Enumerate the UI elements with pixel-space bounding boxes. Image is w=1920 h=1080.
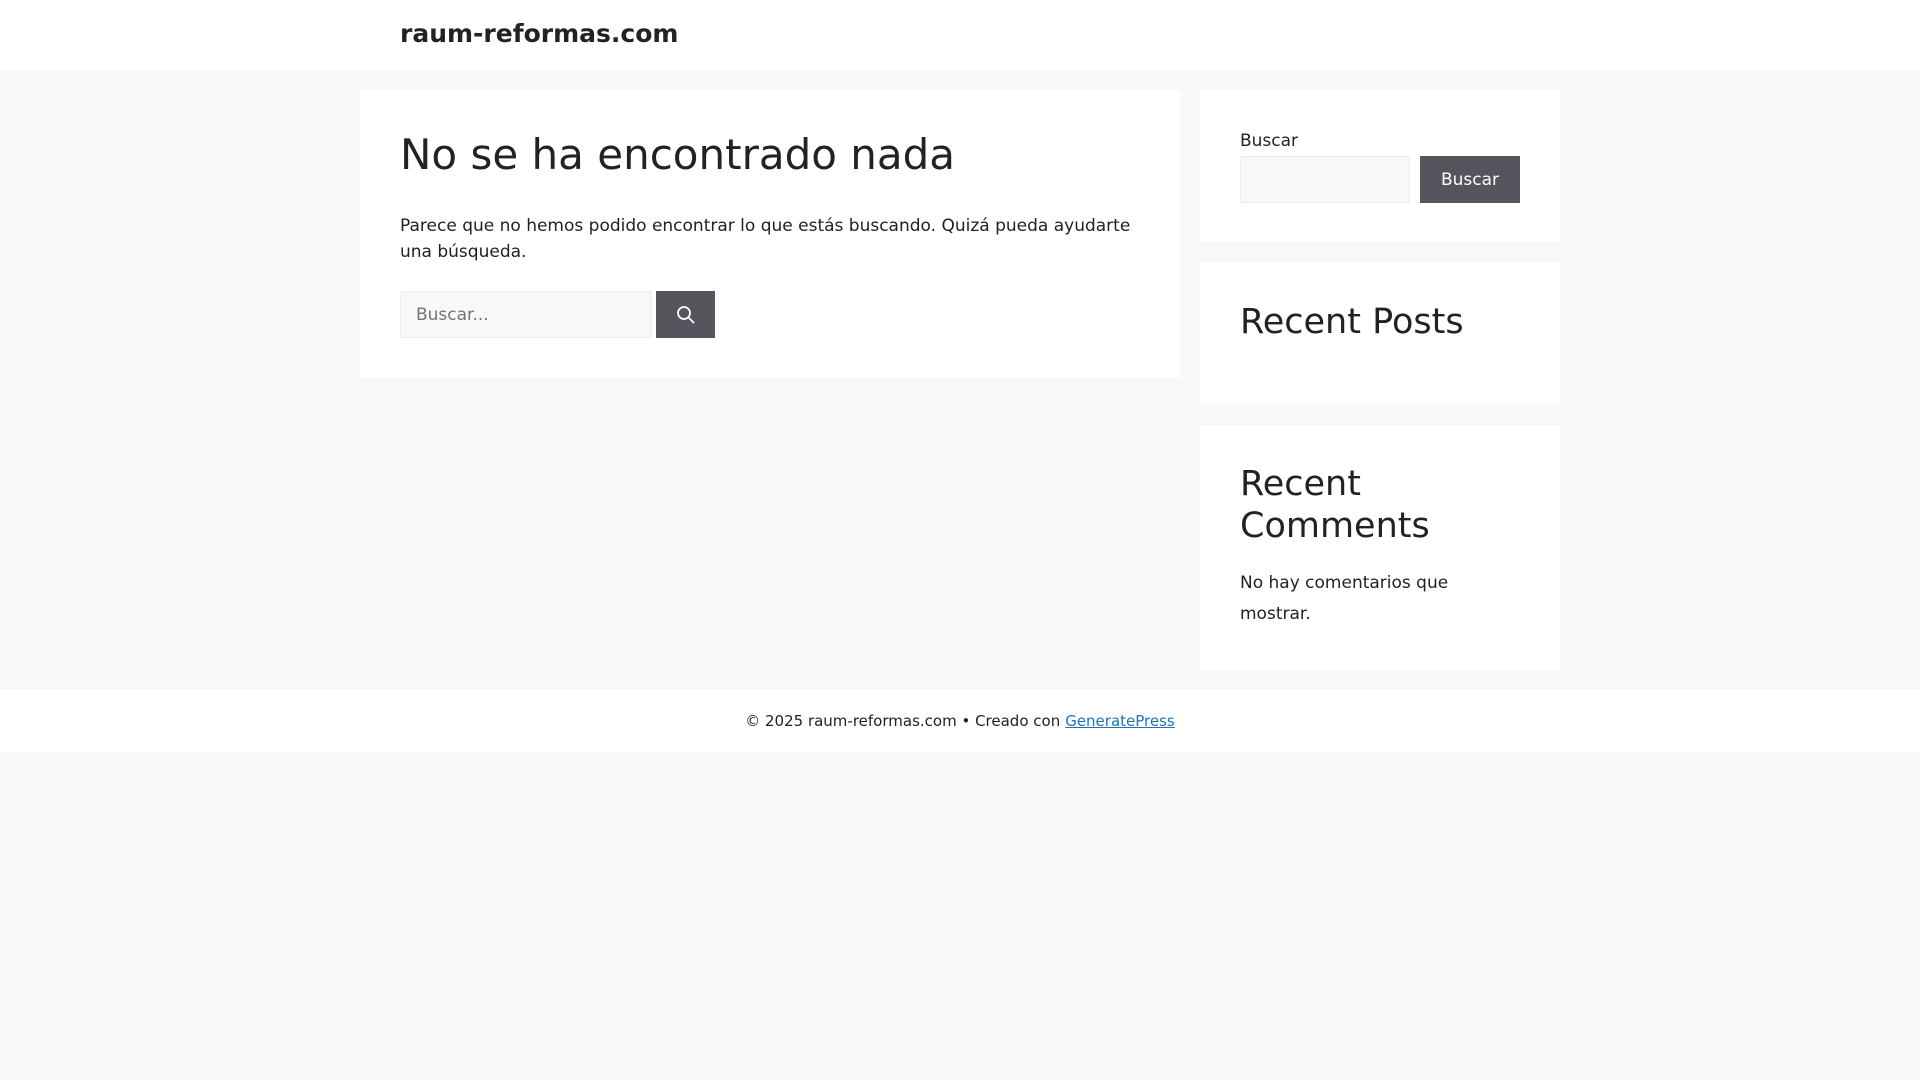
copyright-text: © 2025 raum-reformas.com • Creado con — [745, 711, 1061, 730]
page-title: No se ha encontrado nada — [400, 130, 956, 179]
sidebar-search-button[interactable]: Buscar — [1420, 156, 1520, 203]
search-label: Buscar — [1240, 131, 1299, 151]
main-content: No se ha encontrado nada Parece que no h… — [360, 90, 1180, 378]
site-footer: © 2025 raum-reformas.com • Creado con Ge… — [0, 689, 1920, 752]
recent-comments-title: Recent Comments — [1240, 464, 1430, 546]
site-title-link[interactable]: raum-reformas.com — [400, 19, 678, 48]
recent-posts-title: Recent Posts — [1240, 302, 1464, 342]
sidebar-search-widget: Buscar Buscar — [1200, 90, 1560, 242]
recent-comments-widget: Recent Comments No hay comentarios que m… — [1200, 425, 1560, 670]
site-header: raum-reformas.com — [0, 0, 1920, 70]
generatepress-link[interactable]: GeneratePress — [1065, 712, 1175, 730]
no-comments-text: No hay comentarios que mostrar. — [1240, 573, 1449, 624]
search-input[interactable] — [400, 291, 652, 338]
search-icon — [676, 305, 695, 324]
not-found-message: Parece que no hemos podido encontrar lo … — [400, 216, 1131, 262]
sidebar-search-input[interactable] — [1240, 156, 1410, 203]
search-submit-button[interactable] — [656, 291, 715, 338]
recent-posts-widget: Recent Posts — [1200, 263, 1560, 404]
